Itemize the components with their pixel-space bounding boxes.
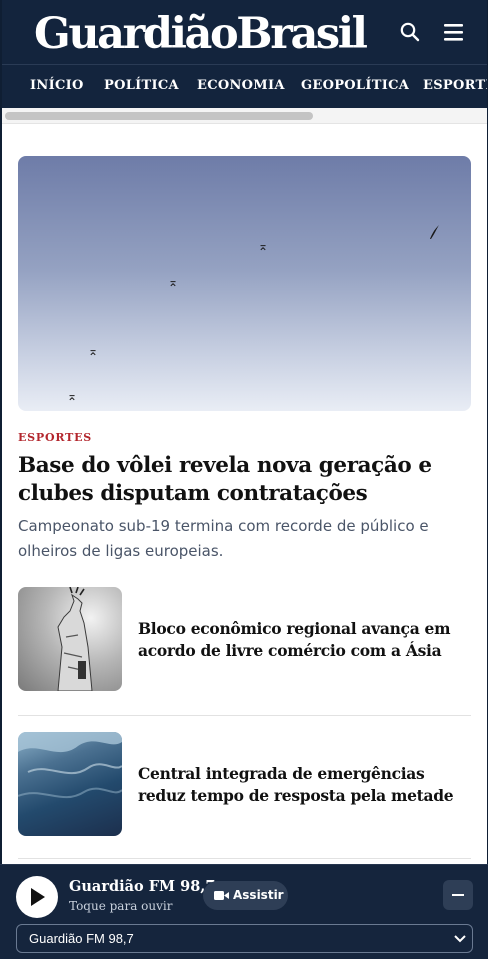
story-thumbnail[interactable] <box>18 732 122 836</box>
nav-item-politica[interactable]: POLÍTICA <box>104 65 179 108</box>
nav-item-geopolitica[interactable]: GEOPOLÍTICA <box>301 65 409 108</box>
nav-scrollbar[interactable] <box>2 108 487 124</box>
nav-item-esportes[interactable]: ESPORTES <box>423 65 487 108</box>
bird-icon: ⌅ <box>258 239 269 253</box>
watch-button[interactable]: Assistir <box>203 881 288 910</box>
nav-scrollbar-thumb[interactable] <box>5 112 313 120</box>
hamburger-menu-icon <box>444 24 463 41</box>
bird-icon <box>430 225 439 239</box>
ocean-image <box>18 732 122 799</box>
station-select[interactable]: Guardião FM 98,7 <box>16 924 473 953</box>
bird-icon: ⌅ <box>88 344 99 358</box>
nav-item-inicio[interactable]: INÍCIO <box>30 65 84 108</box>
menu-button[interactable] <box>441 20 465 44</box>
chevron-down-icon <box>454 935 466 943</box>
story-item[interactable]: Central integrada de emergências reduz t… <box>18 732 471 836</box>
story-headline[interactable]: Bloco econômico regional avança em acord… <box>138 618 456 661</box>
bird-icon: ⌅ <box>168 275 179 289</box>
play-icon <box>31 888 45 906</box>
minus-icon <box>452 894 464 896</box>
radio-player: Guardião FM 98,7 Toque para ouvir Assist… <box>0 864 488 959</box>
bird-icon: ⌅ <box>67 389 78 403</box>
story-divider <box>18 715 471 716</box>
nav-item-economia[interactable]: ECONOMIA <box>197 65 285 108</box>
search-icon <box>400 22 420 42</box>
section-nav: INÍCIO POLÍTICA ECONOMIA GEOPOLÍTICA ESP… <box>2 64 487 108</box>
story-divider <box>18 858 471 859</box>
video-camera-icon <box>214 891 229 900</box>
hero-image[interactable]: ⌅ ⌅ ⌅ ⌅ <box>18 156 471 411</box>
station-name: Guardião FM 98,7 <box>69 878 216 895</box>
story-headline[interactable]: Central integrada de emergências reduz t… <box>138 763 456 806</box>
watch-label: Assistir <box>233 888 284 902</box>
play-button[interactable] <box>16 876 58 918</box>
story-item[interactable]: Bloco econômico regional avança em acord… <box>18 587 471 691</box>
station-select-value: Guardião FM 98,7 <box>29 931 134 946</box>
hero-category[interactable]: ESPORTES <box>18 431 92 444</box>
station-hint: Toque para ouvir <box>69 899 173 913</box>
page: GuardiãoBrasil INÍCIO POLÍTICA ECONOMIA … <box>2 0 487 959</box>
hero-summary: Campeonato sub-19 termina com recorde de… <box>18 517 429 560</box>
search-button[interactable] <box>398 20 422 44</box>
statue-image <box>57 587 93 691</box>
site-header: GuardiãoBrasil <box>2 0 487 64</box>
collapse-player-button[interactable] <box>443 880 473 910</box>
hero-headline[interactable]: Base do vôlei revela nova geração e club… <box>18 452 458 508</box>
story-thumbnail[interactable] <box>18 587 122 691</box>
site-logo[interactable]: GuardiãoBrasil <box>34 6 368 62</box>
